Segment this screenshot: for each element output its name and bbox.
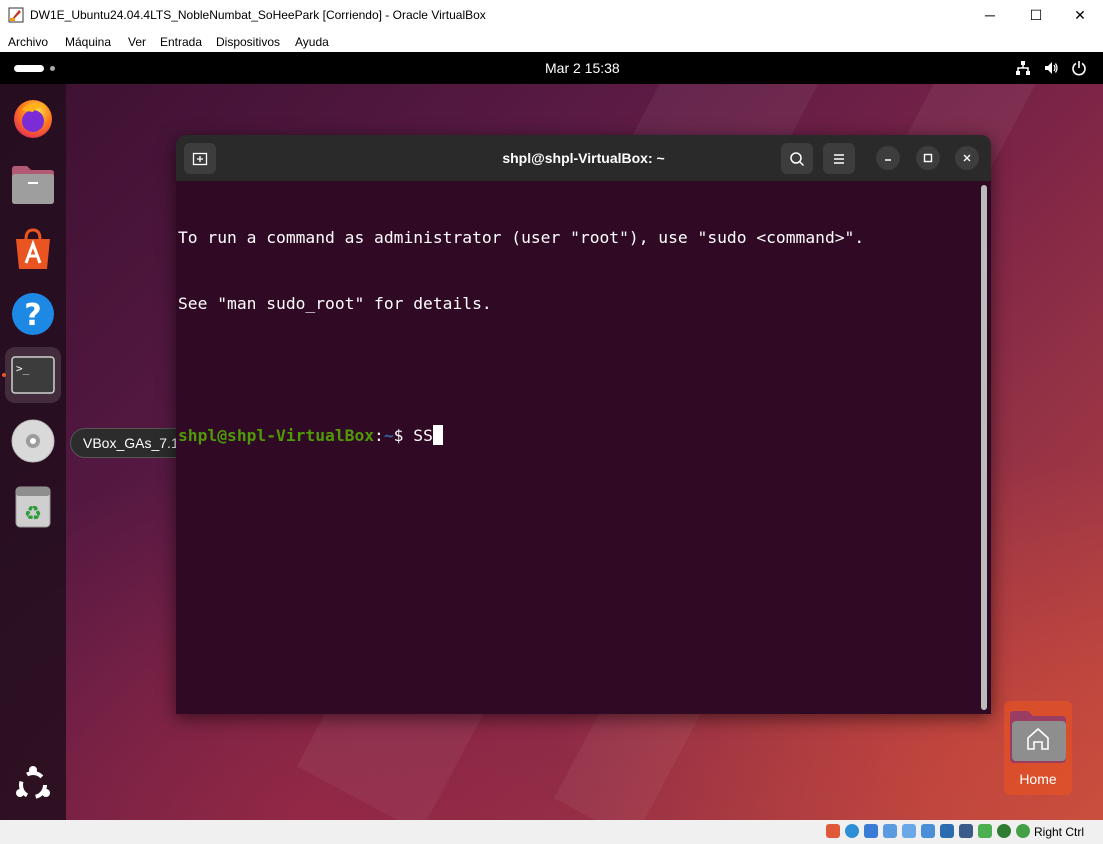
- menu-entrada[interactable]: Entrada: [160, 35, 202, 49]
- terminal-line: To run a command as administrator (user …: [178, 228, 865, 247]
- terminal-icon: >_: [11, 356, 55, 394]
- svg-text:♻: ♻: [24, 501, 42, 525]
- dock: ? >_ ♻: [0, 84, 66, 820]
- maximize-icon: [923, 153, 933, 163]
- app-center-icon: [16, 228, 50, 269]
- help-icon: ?: [12, 293, 54, 335]
- virtualbox-app-icon: [8, 7, 24, 23]
- clock[interactable]: Mar 2 15:38: [545, 60, 620, 76]
- usb-icon[interactable]: [902, 824, 916, 838]
- workspace-dot[interactable]: [50, 66, 55, 71]
- close-button[interactable]: ✕: [1057, 0, 1103, 30]
- firefox-icon: [14, 100, 52, 138]
- power-icon[interactable]: [1071, 60, 1087, 76]
- window-titlebar: DW1E_Ubuntu24.04.4LTS_NobleNumbat_SoHeeP…: [0, 0, 1103, 30]
- minimize-button[interactable]: ─: [967, 0, 1013, 30]
- minimize-icon: [885, 159, 891, 161]
- menu-archivo[interactable]: Archivo: [8, 35, 48, 49]
- display-icon[interactable]: [940, 824, 954, 838]
- close-icon: [963, 154, 971, 162]
- audio-icon[interactable]: [864, 824, 878, 838]
- menu-ver[interactable]: Ver: [128, 35, 146, 49]
- maximize-button[interactable]: ☐: [1013, 0, 1059, 30]
- terminal-scrollbar[interactable]: [981, 185, 987, 710]
- disc-icon: [11, 419, 55, 463]
- maximize-icon: ☐: [1029, 6, 1043, 23]
- svg-text:>_: >_: [16, 362, 30, 375]
- terminal-maximize-button[interactable]: [916, 146, 940, 170]
- dock-terminal[interactable]: >_: [5, 347, 61, 403]
- hdd-icon[interactable]: [826, 824, 840, 838]
- optical-drive-icon[interactable]: [845, 824, 859, 838]
- search-icon: [790, 151, 805, 166]
- terminal-output[interactable]: To run a command as administrator (user …: [178, 183, 982, 491]
- dock-disc[interactable]: [5, 413, 61, 469]
- home-folder-icon: [1010, 711, 1066, 763]
- dock-files[interactable]: [5, 156, 61, 212]
- dock-help[interactable]: ?: [5, 286, 61, 342]
- dock-firefox[interactable]: [5, 90, 61, 146]
- search-button[interactable]: [781, 143, 813, 174]
- volume-icon[interactable]: [1043, 60, 1059, 76]
- network-icon[interactable]: [1015, 60, 1031, 76]
- desktop-home-icon[interactable]: Home: [1004, 701, 1072, 795]
- menu-maquina[interactable]: Máquina: [65, 35, 111, 49]
- terminal-window[interactable]: shpl@shpl-VirtualBox: ~ To run a command…: [176, 135, 991, 714]
- terminal-header[interactable]: shpl@shpl-VirtualBox: ~: [176, 135, 991, 181]
- dock-running-indicator: [2, 373, 6, 377]
- minimize-icon: ─: [985, 7, 995, 23]
- ubuntu-logo-icon: [16, 766, 50, 799]
- mouse-integration-icon[interactable]: [997, 824, 1011, 838]
- workspace-indicator[interactable]: [14, 65, 44, 72]
- svg-text:?: ?: [24, 298, 41, 333]
- hamburger-icon: [834, 153, 844, 164]
- dock-show-apps[interactable]: [5, 757, 61, 813]
- top-bar: Mar 2 15:38: [0, 52, 1103, 84]
- home-label: Home: [1019, 771, 1057, 787]
- menu-ayuda[interactable]: Ayuda: [295, 35, 329, 49]
- dock-trash[interactable]: ♻: [5, 479, 61, 535]
- trash-icon: ♻: [15, 486, 51, 528]
- network-adapter-icon[interactable]: [883, 824, 897, 838]
- terminal-minimize-button[interactable]: [876, 146, 900, 170]
- prompt-separator: :: [374, 426, 384, 445]
- window-title: DW1E_Ubuntu24.04.4LTS_NobleNumbat_SoHeeP…: [30, 8, 486, 22]
- prompt-path: ~: [383, 426, 394, 445]
- terminal-line: See "man sudo_root" for details.: [178, 294, 492, 313]
- terminal-prompt-line[interactable]: shpl@shpl-VirtualBox:~$ SS: [178, 425, 982, 447]
- dock-app-center[interactable]: [5, 221, 61, 277]
- terminal-title: shpl@shpl-VirtualBox: ~: [502, 150, 665, 166]
- menu-dispositivos[interactable]: Dispositivos: [216, 35, 280, 49]
- host-key-label: Right Ctrl: [1034, 825, 1085, 839]
- terminal-close-button[interactable]: [955, 146, 979, 170]
- keyboard-capture-icon[interactable]: [1016, 824, 1030, 838]
- close-icon: ✕: [1074, 6, 1086, 23]
- shared-folders-icon[interactable]: [921, 824, 935, 838]
- vbox-status-bar: Right Ctrl: [0, 820, 1103, 844]
- guest-screen[interactable]: Mar 2 15:38 ? >_ ♻ VBox_GAs_7.1.10 shpl@…: [0, 52, 1103, 820]
- command-input[interactable]: SS: [413, 426, 433, 445]
- menu-button[interactable]: [823, 143, 855, 174]
- prompt-symbol: $: [393, 426, 414, 445]
- menubar: Archivo Máquina Ver Entrada Dispositivos…: [0, 30, 1103, 52]
- text-cursor: [432, 425, 443, 445]
- vt-x-icon[interactable]: [978, 824, 992, 838]
- recording-icon[interactable]: [959, 824, 973, 838]
- prompt-user: shpl@shpl-VirtualBox: [178, 426, 375, 445]
- files-icon: [12, 166, 54, 204]
